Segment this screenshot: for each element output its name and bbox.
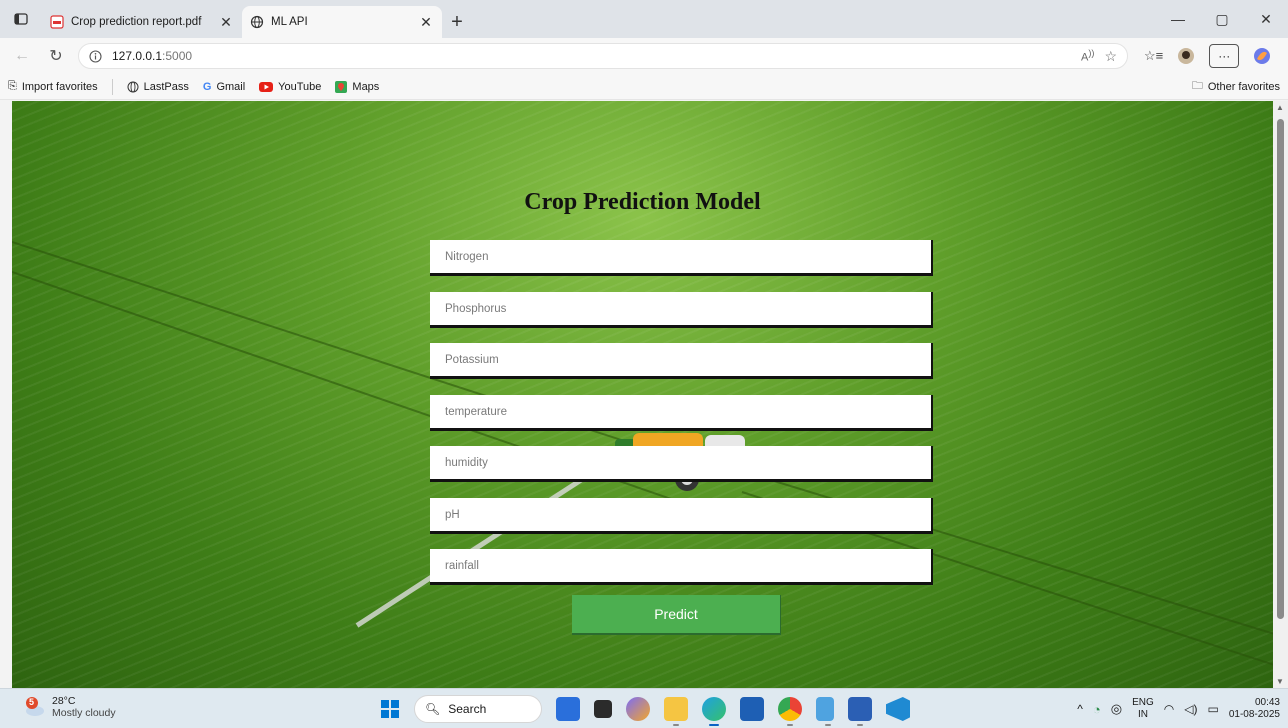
- bookmarks-bar: ⎘ Import favorites LastPass G Gmail YouT…: [0, 74, 1288, 100]
- temperature-input[interactable]: [430, 395, 933, 431]
- read-aloud-icon[interactable]: A)): [1081, 48, 1094, 64]
- pdf-icon: [50, 15, 64, 29]
- globe-icon: [250, 15, 264, 29]
- clock-time: 00:43: [1254, 697, 1280, 708]
- page-title: Crop Prediction Model: [524, 189, 761, 215]
- info-icon[interactable]: [89, 49, 102, 63]
- weather-condition: Mostly cloudy: [52, 707, 116, 719]
- rainfall-input[interactable]: [430, 549, 933, 585]
- system-tray: ^ ◔ ◎ ENG IN ◠ ◁) ▭ 00:43 01-08-2025: [1077, 693, 1280, 725]
- close-icon[interactable]: ✕: [418, 14, 434, 31]
- taskbar-apps: 🔍︎ Search: [380, 693, 910, 726]
- clock[interactable]: 00:43 01-08-2025: [1229, 697, 1280, 721]
- scroll-up-icon[interactable]: ▲: [1276, 103, 1284, 112]
- chrome-icon[interactable]: [778, 697, 802, 726]
- meet-icon[interactable]: [556, 697, 580, 721]
- window-controls: — ▢ ✕: [1156, 0, 1288, 38]
- bookmark-lastpass[interactable]: LastPass: [127, 81, 189, 93]
- bookmark-label: Maps: [352, 80, 380, 93]
- minimize-icon[interactable]: —: [1156, 11, 1200, 27]
- avatar[interactable]: [1177, 47, 1195, 65]
- copilot-tray-icon[interactable]: ◔: [1093, 702, 1101, 717]
- scrollbar-thumb[interactable]: [1277, 119, 1284, 619]
- weather-badge: 5: [29, 697, 35, 707]
- weather-icon: 5: [24, 696, 46, 718]
- close-window-icon[interactable]: ✕: [1244, 11, 1288, 28]
- youtube-icon: [259, 81, 274, 92]
- favorites-icon[interactable]: ☆≡: [1144, 48, 1163, 64]
- volume-icon[interactable]: ◁): [1184, 702, 1197, 716]
- sprayer-boom: [355, 465, 602, 628]
- folder-icon: 🗀: [1191, 80, 1203, 92]
- page-scrollbar[interactable]: ▲ ▼: [1273, 101, 1288, 688]
- copilot-icon[interactable]: [1253, 47, 1271, 65]
- taskbar: 5 28°C Mostly cloudy 🔍︎ Search ^ ◔ ◎ ENG…: [0, 688, 1288, 728]
- bookmark-maps[interactable]: Maps: [335, 80, 380, 93]
- tab-actions-icon: [14, 13, 28, 25]
- browser-toolbar: ← ↻ 127.0.0.1:5000 A)) ☆ ☆≡ ···: [0, 38, 1288, 74]
- vscode-icon[interactable]: [886, 697, 910, 721]
- tab-title: ML API: [271, 16, 308, 28]
- tab-actions-button[interactable]: [0, 0, 42, 38]
- terminal-icon[interactable]: [594, 700, 612, 718]
- bookmark-label: Gmail: [216, 80, 246, 93]
- humidity-input[interactable]: [430, 446, 933, 482]
- ph-input[interactable]: [430, 498, 933, 534]
- clock-date: 01-08-2025: [1228, 709, 1280, 720]
- google-icon: G: [202, 80, 212, 93]
- bookmark-youtube[interactable]: YouTube: [259, 81, 321, 93]
- language-indicator[interactable]: ENG IN: [1132, 697, 1154, 721]
- url-text: 127.0.0.1:5000: [112, 49, 193, 63]
- bookmark-gmail[interactable]: G Gmail: [203, 81, 245, 93]
- globe-icon: [127, 81, 139, 92]
- import-icon: ⎘: [8, 80, 17, 92]
- sync-icon[interactable]: ◎: [1111, 701, 1122, 717]
- back-button[interactable]: ←: [10, 44, 34, 68]
- restore-icon[interactable]: ▢: [1200, 11, 1244, 28]
- bookmark-label: LastPass: [143, 80, 189, 93]
- close-icon[interactable]: ✕: [218, 14, 234, 31]
- folder-icon[interactable]: [664, 697, 688, 726]
- nitrogen-input[interactable]: [430, 240, 933, 276]
- phosphorus-input[interactable]: [430, 292, 933, 328]
- page-viewport: Crop Prediction Model Predict: [12, 101, 1273, 688]
- weather-temp: 28°C: [52, 695, 76, 707]
- tab-title: Crop prediction report.pdf: [71, 16, 202, 28]
- wifi-icon[interactable]: ◠: [1164, 702, 1174, 716]
- address-bar[interactable]: 127.0.0.1:5000 A)) ☆: [78, 43, 1128, 69]
- copilot-icon[interactable]: [626, 697, 650, 721]
- chevron-up-icon[interactable]: ^: [1077, 702, 1083, 716]
- store-icon[interactable]: [740, 697, 764, 721]
- lang-code: ENG: [1132, 697, 1154, 708]
- tab-pdf[interactable]: Crop prediction report.pdf ✕: [42, 6, 242, 38]
- more-options-button[interactable]: ···: [1209, 44, 1240, 68]
- divider: [111, 78, 113, 95]
- bookmark-import-favorites[interactable]: ⎘ Import favorites: [8, 80, 98, 93]
- search-icon: 🔍︎: [425, 702, 441, 716]
- search-label: Search: [448, 702, 487, 716]
- windows-start-icon[interactable]: [380, 699, 400, 719]
- bookmark-other-favorites[interactable]: 🗀 Other favorites: [1192, 77, 1280, 96]
- tab-strip: Crop prediction report.pdf ✕ ML API ✕ + …: [0, 0, 1288, 38]
- battery-icon[interactable]: ▭: [1208, 702, 1219, 716]
- favorite-star-icon[interactable]: ☆: [1104, 48, 1117, 65]
- edge-icon[interactable]: [702, 697, 726, 726]
- potassium-input[interactable]: [430, 343, 933, 379]
- tab-ml-api[interactable]: ML API ✕: [242, 6, 442, 38]
- taskbar-search[interactable]: 🔍︎ Search: [414, 695, 542, 723]
- new-tab-button[interactable]: +: [442, 6, 472, 38]
- refresh-button[interactable]: ↻: [44, 44, 68, 68]
- bookmark-label: Other favorites: [1207, 80, 1280, 93]
- lang-region: IN: [1137, 709, 1148, 720]
- scroll-down-icon[interactable]: ▼: [1276, 677, 1284, 686]
- word-icon[interactable]: [848, 697, 872, 726]
- bookmark-label: YouTube: [278, 80, 322, 93]
- weather-widget[interactable]: 5 28°C Mostly cloudy: [24, 695, 116, 719]
- bookmark-label: Import favorites: [21, 80, 98, 93]
- notepad-icon[interactable]: [816, 697, 834, 726]
- predict-button[interactable]: Predict: [572, 595, 781, 635]
- maps-icon: [335, 80, 348, 93]
